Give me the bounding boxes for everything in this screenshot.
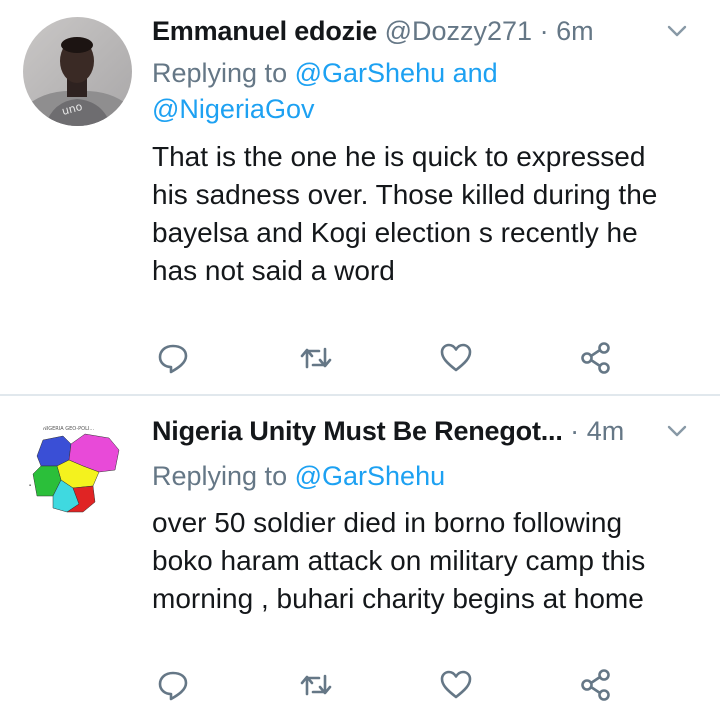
separator-dot: · <box>570 416 580 446</box>
tweet-actions <box>155 667 625 703</box>
retweet-button[interactable] <box>298 667 334 703</box>
replying-to: Replying to @GarShehu <box>152 458 672 494</box>
retweet-icon <box>300 674 332 696</box>
replying-prefix: Replying to <box>152 58 288 88</box>
tweet-text-line: his sadness over. Those killed during th… <box>152 179 658 210</box>
tweet[interactable]: uno Emmanuel edozie @Dozzy271 · 6m Reply… <box>0 0 720 394</box>
heart-icon <box>440 670 472 699</box>
author-name[interactable]: Nigeria Unity Must Be Renegot... <box>152 416 563 446</box>
like-button[interactable] <box>438 340 474 376</box>
reply-icon <box>158 671 188 701</box>
author-name[interactable]: Emmanuel edozie <box>152 16 377 46</box>
reply-icon <box>158 344 188 374</box>
tweet-text: That is the one he is quick to expressed… <box>152 138 702 290</box>
timestamp[interactable]: 4m <box>587 416 625 446</box>
map-title: NIGERIA GEO-POLI... <box>43 426 95 432</box>
tweet-header: Emmanuel edozie @Dozzy271 · 6m <box>152 13 700 49</box>
author-handle[interactable]: @Dozzy271 <box>385 16 532 46</box>
share-icon <box>581 342 610 374</box>
timestamp[interactable]: 6m <box>556 16 594 46</box>
share-icon <box>581 669 610 701</box>
separator-dot: · <box>539 16 549 46</box>
avatar[interactable]: NIGERIA GEO-POLI... ▪ <box>23 416 132 525</box>
chevron-down-icon[interactable] <box>666 423 688 439</box>
retweet-button[interactable] <box>298 340 334 376</box>
share-button[interactable] <box>578 340 614 376</box>
share-button[interactable] <box>578 667 614 703</box>
tweet-actions <box>155 340 625 376</box>
tweet-text-line: morning , buhari charity begins at home <box>152 583 644 614</box>
chevron-down-icon[interactable] <box>666 23 688 39</box>
like-button[interactable] <box>438 667 474 703</box>
avatar[interactable]: uno <box>23 17 132 126</box>
mention-link[interactable]: @GarShehu <box>295 58 446 88</box>
mention-joiner[interactable]: and <box>453 58 498 88</box>
retweet-icon <box>300 347 332 369</box>
svg-text:▪: ▪ <box>29 483 31 487</box>
tweet-header: Nigeria Unity Must Be Renegot... · 4m <box>152 413 700 449</box>
tweet[interactable]: NIGERIA GEO-POLI... ▪ Nigeria Unity Must… <box>0 396 720 717</box>
tweet-text-line: bayelsa and Kogi election s recently he <box>152 217 638 248</box>
heart-icon <box>440 343 472 372</box>
reply-button[interactable] <box>155 667 191 703</box>
replying-to: Replying to @GarShehu and @NigeriaGov <box>152 55 672 127</box>
mention-link[interactable]: @NigeriaGov <box>152 94 314 124</box>
replying-prefix: Replying to <box>152 461 288 491</box>
tweet-text-line: boko haram attack on military camp this <box>152 545 646 576</box>
tweet-text-line: over 50 soldier died in borno following <box>152 507 623 538</box>
tweet-text-line: has not said a word <box>152 255 395 286</box>
tweet-text: over 50 soldier died in borno following … <box>152 504 702 618</box>
reply-button[interactable] <box>155 340 191 376</box>
mention-link[interactable]: @GarShehu <box>295 461 446 491</box>
profile-photo-icon: uno <box>23 17 132 126</box>
nigeria-geopolitical-map-icon: NIGERIA GEO-POLI... ▪ <box>23 416 132 525</box>
tweet-text-line: That is the one he is quick to expressed <box>152 141 646 172</box>
